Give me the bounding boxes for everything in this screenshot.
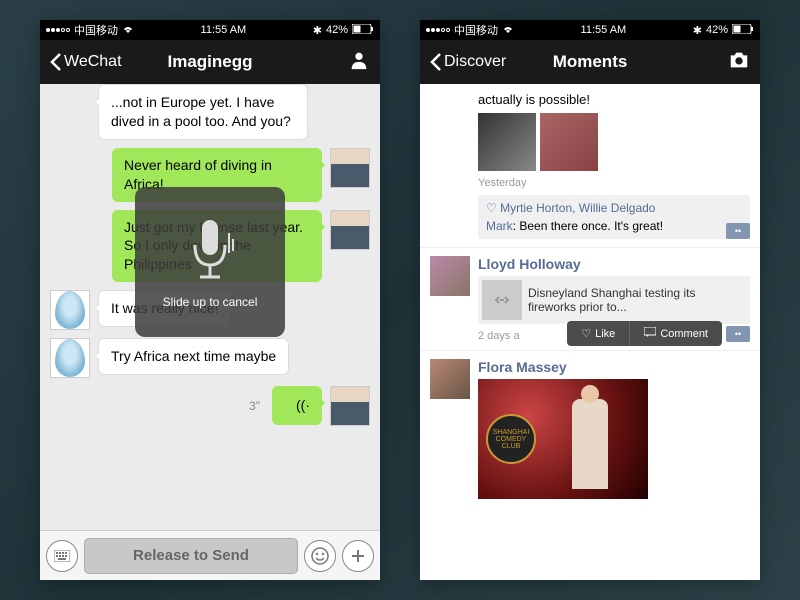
post-image[interactable]: SHANGHAI COMEDY CLUB [478,379,648,499]
moments-post: actually is possible! Yesterday •• ♡ Myr… [420,84,760,248]
nav-bar: Discover Moments [420,40,760,84]
post-time: Yesterday [478,177,750,189]
person-icon [348,49,370,71]
comment-button[interactable]: Comment [630,321,722,346]
post-image[interactable] [540,113,598,171]
chat-title: Imaginegg [167,52,252,72]
avatar[interactable] [430,256,470,296]
message-row: ...not in Europe yet. I have dived in a … [50,84,370,140]
back-label: WeChat [64,53,122,71]
profile-button[interactable] [348,49,370,76]
bluetooth-icon: ✱ [693,24,702,37]
battery-percent: 42% [706,24,728,36]
post-image[interactable] [478,113,536,171]
comment-icon [644,327,656,340]
comment-text: : Been there once. It's great! [513,219,663,233]
avatar[interactable] [430,359,470,399]
post-author[interactable]: Lloyd Holloway [478,256,750,272]
wifi-icon [502,24,514,37]
wifi-icon [122,24,134,37]
heart-icon: ♡ [486,201,500,215]
post-text: actually is possible! [478,92,750,107]
overlay-hint: Slide up to cancel [163,295,258,309]
nav-bar: WeChat Imaginegg [40,40,380,84]
comedy-badge: SHANGHAI COMEDY CLUB [486,414,536,464]
back-label: Discover [444,53,506,71]
back-button[interactable]: Discover [430,53,506,71]
battery-icon [732,24,754,37]
action-popup: ♡ Like Comment [567,321,722,346]
input-bar: Release to Send [40,530,380,580]
hold-to-talk-button[interactable]: Release to Send [84,538,298,574]
plus-icon [350,548,366,564]
signal-dots-icon [46,28,70,32]
post-author[interactable]: Flora Massey [478,359,750,375]
smiley-icon [310,546,330,566]
likes-names[interactable]: Myrtie Horton, Willie Delgado [500,201,655,215]
status-time: 11:55 AM [581,24,627,36]
message-bubble[interactable]: ...not in Europe yet. I have dived in a … [98,84,308,140]
voice-recording-overlay: Slide up to cancel [135,187,285,337]
heart-icon: ♡ [581,327,591,340]
moments-screen: 中国移动 11:55 AM ✱ 42% Discover Moments act… [420,20,760,580]
likes-line: ♡ Myrtie Horton, Willie Delgado [486,201,742,215]
avatar[interactable] [330,210,370,250]
status-bar: 中国移动 11:55 AM ✱ 42% [40,20,380,40]
chat-screen: 中国移动 11:55 AM ✱ 42% WeChat Imaginegg ...… [40,20,380,580]
signal-dots-icon [426,28,450,32]
more-button[interactable] [342,540,374,572]
voice-duration: 3" [249,399,260,413]
avatar[interactable] [50,290,90,330]
back-button[interactable]: WeChat [50,53,122,71]
camera-button[interactable] [728,49,750,76]
sound-wave-icon: ((· [296,396,310,415]
avatar[interactable] [330,386,370,426]
post-images [478,113,750,171]
comment-toggle-button[interactable]: •• [726,326,750,342]
keyboard-icon [54,550,70,562]
like-button[interactable]: ♡ Like [567,321,630,346]
voice-message[interactable]: ((· [272,386,322,425]
bluetooth-icon: ✱ [313,24,322,37]
link-icon [482,280,522,320]
message-row: ((· 3" [50,386,370,426]
battery-percent: 42% [326,24,348,36]
commenter-name[interactable]: Mark [486,219,513,233]
moments-post: Flora Massey SHANGHAI COMEDY CLUB [420,351,760,507]
microphone-icon [185,215,235,285]
carrier-label: 中国移动 [74,22,118,38]
moments-feed[interactable]: actually is possible! Yesterday •• ♡ Myr… [420,84,760,580]
carrier-label: 中国移动 [454,22,498,38]
likes-comments-box: ♡ Myrtie Horton, Willie Delgado Mark: Be… [478,195,750,239]
status-time: 11:55 AM [201,24,247,36]
comment-line: Mark: Been there once. It's great! [486,219,742,233]
keyboard-toggle-button[interactable] [46,540,78,572]
message-row: Try Africa next time maybe [50,338,370,378]
status-bar: 中国移动 11:55 AM ✱ 42% [420,20,760,40]
emoji-button[interactable] [304,540,336,572]
message-bubble[interactable]: Try Africa next time maybe [98,338,289,375]
chat-body[interactable]: ...not in Europe yet. I have dived in a … [40,84,380,530]
avatar[interactable] [50,338,90,378]
moments-post: Lloyd Holloway Disneyland Shanghai testi… [420,248,760,351]
battery-icon [352,24,374,37]
avatar[interactable] [330,148,370,188]
moments-title: Moments [553,52,628,72]
shared-link[interactable]: Disneyland Shanghai testing its firework… [478,276,750,324]
camera-icon [728,49,750,71]
comment-toggle-button[interactable]: •• [726,223,750,239]
link-text: Disneyland Shanghai testing its firework… [528,286,746,314]
